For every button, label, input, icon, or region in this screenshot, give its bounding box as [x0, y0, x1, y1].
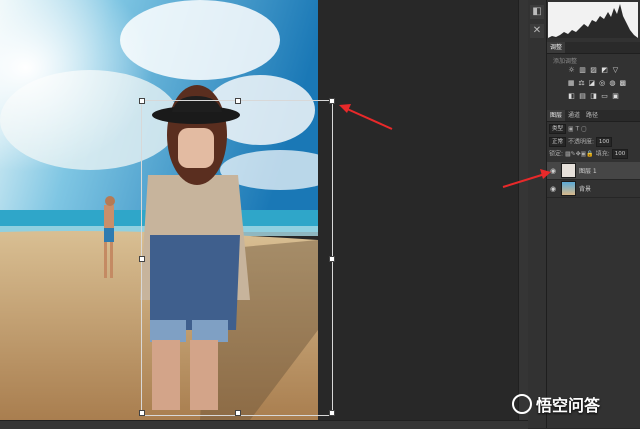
lookup-icon[interactable]: ▩ — [619, 79, 627, 88]
right-panel: 调整 添加调整 ☼ ▥ ▨ ◩ ▽ ▦ ⚖ ◪ ◎ ◍ ▩ ◧ ▤ ◨ ▭ ▣ … — [547, 0, 640, 428]
vibrance-icon[interactable]: ▽ — [611, 66, 620, 75]
layer-row-layer1[interactable]: ◉ 图层 1 — [547, 162, 640, 180]
tab-channels[interactable]: 通道 — [565, 110, 583, 121]
brightness-icon[interactable]: ☼ — [567, 66, 576, 75]
layer-row-background[interactable]: ◉ 背景 — [547, 180, 640, 198]
blend-mode-select[interactable]: 正常 — [549, 137, 567, 147]
layer-thumbnail — [561, 181, 576, 196]
layer-thumbnail — [561, 163, 576, 178]
transform-handle-left[interactable] — [139, 256, 145, 262]
posterize-icon[interactable]: ▤ — [578, 92, 587, 101]
curves-icon[interactable]: ▨ — [589, 66, 598, 75]
bw-icon[interactable]: ◪ — [588, 79, 596, 88]
tab-layers[interactable]: 图层 — [547, 110, 566, 121]
selective-color-icon[interactable]: ▣ — [611, 92, 620, 101]
hsl-icon[interactable]: ▦ — [567, 79, 575, 88]
tab-paths[interactable]: 路径 — [583, 110, 601, 121]
layer-name: 背景 — [579, 186, 592, 193]
layer-name: 图层 1 — [579, 168, 597, 175]
transform-handle-right[interactable] — [329, 256, 335, 262]
opacity-field[interactable]: 100 — [595, 137, 613, 147]
levels-icon[interactable]: ▥ — [578, 66, 587, 75]
fill-label: 填充: — [595, 150, 610, 158]
layer-filter-select[interactable]: 类型 — [549, 124, 567, 134]
transform-handle-bottom-right[interactable] — [329, 410, 335, 416]
lock-icons[interactable]: ▦✎✥▣🔒 — [565, 151, 594, 158]
gradient-map-icon[interactable]: ▭ — [600, 92, 609, 101]
invert-icon[interactable]: ◧ — [567, 92, 576, 101]
exposure-icon[interactable]: ◩ — [600, 66, 609, 75]
adjustments-tab-bar: 调整 — [547, 42, 640, 54]
fill-field[interactable]: 100 — [611, 149, 629, 159]
filter-icons[interactable]: ▣ T ▢ — [568, 126, 587, 133]
document-canvas[interactable] — [0, 0, 518, 420]
threshold-icon[interactable]: ◨ — [589, 92, 598, 101]
layer-filter-row: 类型 ▣ T ▢ — [549, 124, 638, 134]
channel-mixer-icon[interactable]: ◍ — [608, 79, 616, 88]
watermark-text: 悟空问答 — [536, 396, 601, 415]
tab-adjustments[interactable]: 调整 — [547, 42, 566, 53]
panel-toolstrip: ◧ ✕ — [528, 0, 547, 428]
transform-handle-top-left[interactable] — [139, 98, 145, 104]
close-icon[interactable]: ✕ — [530, 24, 544, 38]
free-transform-box[interactable] — [139, 98, 335, 416]
adjustments-hint: 添加调整 — [553, 58, 578, 65]
panel-arrange-icon[interactable]: ◧ — [530, 5, 544, 19]
transform-handle-top[interactable] — [235, 98, 241, 104]
photo-filter-icon[interactable]: ◎ — [598, 79, 606, 88]
color-balance-icon[interactable]: ⚖ — [577, 79, 585, 88]
lock-label: 锁定: — [549, 150, 564, 158]
blend-row: 正常 不透明度: 100 — [549, 137, 638, 147]
lock-row: 锁定: ▦✎✥▣🔒 填充: 100 — [549, 149, 638, 159]
histogram-chart — [548, 2, 638, 38]
transform-handle-top-right[interactable] — [329, 98, 335, 104]
transform-handle-bottom-left[interactable] — [139, 410, 145, 416]
layers-tab-bar: 图层 通道 路径 — [547, 110, 640, 122]
transform-handle-bottom[interactable] — [235, 410, 241, 416]
visibility-eye-icon[interactable]: ◉ — [547, 185, 559, 193]
adjustments-grid: ☼ ▥ ▨ ◩ ▽ ▦ ⚖ ◪ ◎ ◍ ▩ ◧ ▤ ◨ ▭ ▣ — [567, 66, 627, 105]
opacity-label: 不透明度: — [567, 138, 594, 146]
visibility-eye-icon[interactable]: ◉ — [547, 167, 559, 175]
watermark-logo-icon — [512, 394, 532, 414]
watermark: 悟空问答 — [512, 392, 600, 416]
